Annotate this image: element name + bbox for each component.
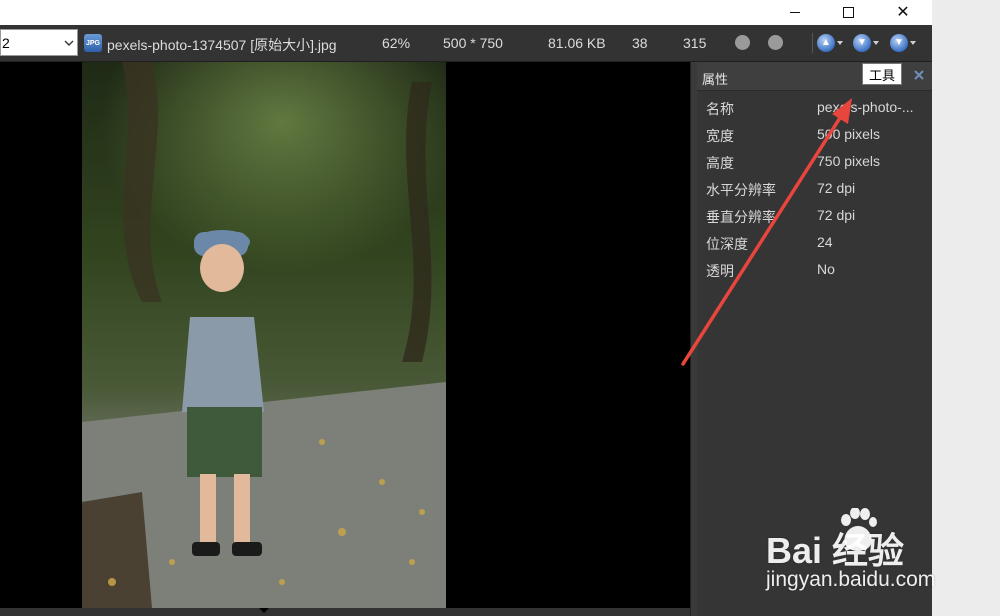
panel-splitter[interactable] <box>690 62 697 616</box>
close-icon: ✕ <box>896 3 910 21</box>
dropdown-caret-icon <box>837 41 843 45</box>
property-key: 宽度 <box>706 128 734 144</box>
property-value: No <box>817 261 835 277</box>
image-index: 38 <box>632 35 648 51</box>
file-name: pexels-photo-1374507 [原始大小].jpg <box>107 37 337 53</box>
status-dot-icon[interactable] <box>735 35 750 50</box>
jpg-file-icon: JPG <box>84 34 102 52</box>
title-bar: ✕ <box>0 0 932 25</box>
baidu-jingyan-watermark: Bai 经验 jingyan.baidu.com <box>766 508 1000 608</box>
zoom-select-value: 2 <box>2 34 10 51</box>
dropdown-caret-icon <box>910 41 916 45</box>
close-button[interactable]: ✕ <box>880 0 926 25</box>
panel-close-button[interactable] <box>911 67 927 83</box>
toolbar: 2 JPG pexels-photo-1374507 [原始大小].jpg 62… <box>0 25 932 62</box>
maximize-icon <box>842 7 854 18</box>
properties-panel-title: 属性 <box>702 72 729 87</box>
status-dot-icon[interactable] <box>768 35 783 50</box>
property-value: 72 dpi <box>817 207 856 223</box>
watermark-url: jingyan.baidu.com <box>766 568 936 591</box>
zoom-percent: 62% <box>382 35 411 51</box>
viewer-position-marker <box>259 608 269 613</box>
property-key: 透明 <box>706 263 734 279</box>
property-key: 高度 <box>706 155 734 171</box>
property-value: 750 pixels <box>817 153 881 169</box>
image-count: 315 <box>683 35 707 51</box>
property-row[interactable]: 垂直分辨率 72 dpi <box>697 201 932 228</box>
property-value: pexels-photo-... <box>817 99 914 115</box>
property-row[interactable]: 宽度 500 pixels <box>697 120 932 147</box>
minimize-icon <box>790 12 800 13</box>
down-arrow-icon: ▼ <box>853 34 871 52</box>
property-key: 水平分辨率 <box>706 182 776 198</box>
photo-child-on-path <box>82 62 446 608</box>
property-value: 500 pixels <box>817 126 881 142</box>
tools-tooltip: 工具 <box>862 63 903 85</box>
property-row[interactable]: 高度 750 pixels <box>697 147 932 174</box>
watermark-logo: Bai 经验 <box>766 530 905 571</box>
toolbar-separator <box>812 33 813 53</box>
close-icon <box>914 70 924 80</box>
image-dimensions: 500 * 750 <box>443 35 503 51</box>
down-arrow-icon: ▼ <box>890 34 908 52</box>
file-size: 81.06 KB <box>548 35 606 51</box>
property-row[interactable]: 名称 pexels-photo-... <box>697 93 932 120</box>
dropdown-caret-icon <box>873 41 879 45</box>
next-button[interactable]: ▼ <box>853 31 881 55</box>
paw-logo-icon <box>841 508 877 551</box>
image-canvas[interactable] <box>0 62 690 608</box>
jpg-file-icon-label: JPG <box>85 39 100 47</box>
property-key: 名称 <box>706 101 734 117</box>
property-row[interactable]: 位深度 24 <box>697 228 932 255</box>
property-value: 24 <box>817 234 833 250</box>
chevron-down-icon[interactable] <box>61 29 77 56</box>
property-value: 72 dpi <box>817 180 856 196</box>
zoom-select[interactable]: 2 <box>0 29 78 56</box>
property-row[interactable]: 水平分辨率 72 dpi <box>697 174 932 201</box>
property-row[interactable]: 透明 No <box>697 255 932 282</box>
property-key: 位深度 <box>706 236 748 252</box>
previous-button[interactable]: ▲ <box>817 31 845 55</box>
next-folder-button[interactable]: ▼ <box>890 31 918 55</box>
minimize-button[interactable] <box>772 0 818 25</box>
property-key: 垂直分辨率 <box>706 209 776 225</box>
viewer-scrollbar[interactable] <box>0 608 690 616</box>
maximize-button[interactable] <box>825 0 871 25</box>
up-arrow-icon: ▲ <box>817 34 835 52</box>
